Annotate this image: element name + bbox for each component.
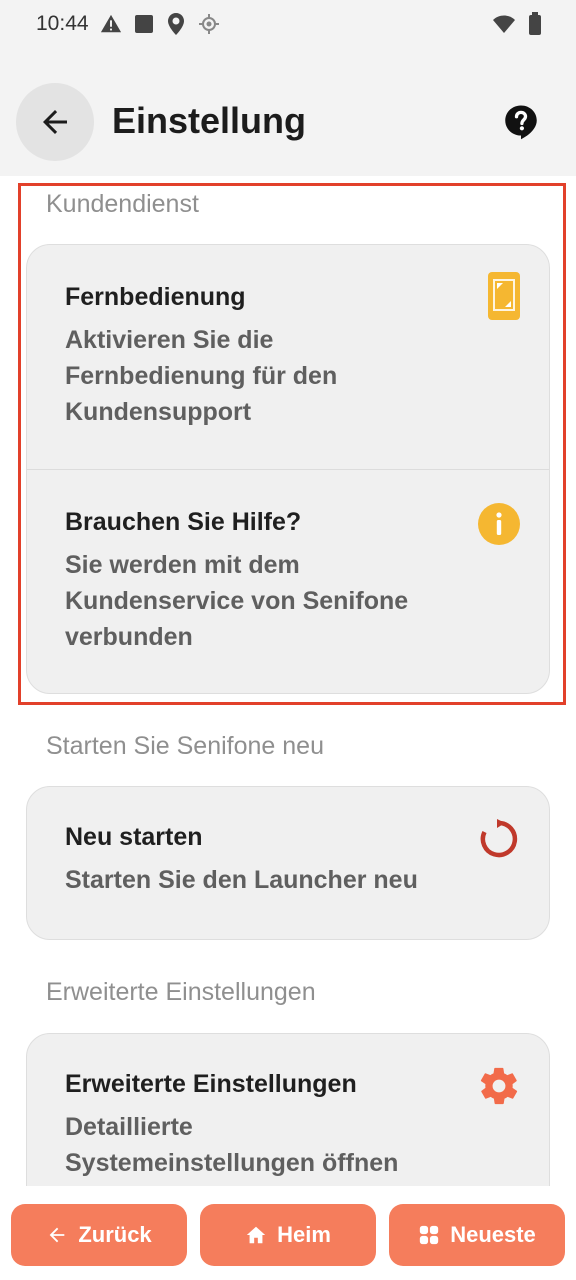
- status-system-icons: [492, 12, 542, 36]
- help-icon[interactable]: [503, 104, 539, 140]
- home-icon: [246, 1226, 266, 1244]
- remote-control-item[interactable]: Fernbedienung Aktivieren Sie die Fernbed…: [27, 245, 549, 469]
- status-bar: 10:44: [0, 0, 576, 50]
- settings-content[interactable]: Kundendienst Fernbedienung Aktivieren Si…: [0, 176, 576, 1186]
- item-title: Neu starten: [65, 823, 203, 851]
- restart-icon: [480, 819, 518, 858]
- advanced-settings-item[interactable]: Erweiterte Einstellungen Detaillierte Sy…: [27, 1034, 549, 1186]
- arrow-left-icon: [49, 1227, 65, 1243]
- item-description: Detaillierte Systemeinstellungen öffnen: [65, 1113, 399, 1177]
- nav-home-button[interactable]: Heim: [200, 1204, 376, 1266]
- support-card: Fernbedienung Aktivieren Sie die Fernbed…: [26, 244, 550, 694]
- app-square-icon: [135, 15, 153, 33]
- remote-phone-icon: [488, 272, 520, 320]
- help-item[interactable]: Brauchen Sie Hilfe? Sie werden mit dem K…: [27, 469, 549, 693]
- recent-apps-icon: [420, 1225, 439, 1245]
- gear-icon: [480, 1067, 518, 1105]
- item-title: Erweiterte Einstellungen: [65, 1070, 357, 1098]
- section-label-restart: Starten Sie Senifone neu: [46, 732, 324, 760]
- back-button[interactable]: [16, 83, 94, 161]
- section-label-support: Kundendienst: [46, 190, 199, 218]
- item-description: Starten Sie den Launcher neu: [65, 866, 418, 894]
- info-icon: [478, 503, 520, 545]
- nav-home-label: Heim: [277, 1222, 331, 1247]
- item-description: Sie werden mit dem Kundenservice von Sen…: [65, 551, 409, 651]
- arrow-left-icon: [43, 110, 67, 134]
- status-notification-icons: [100, 12, 220, 36]
- item-title: Brauchen Sie Hilfe?: [65, 508, 302, 536]
- restart-card: Neu starten Starten Sie den Launcher neu: [26, 786, 550, 940]
- nav-recent-label: Neueste: [450, 1222, 536, 1247]
- item-description: Aktivieren Sie die Fernbedienung für den…: [65, 326, 338, 426]
- page-title: Einstellung: [112, 100, 307, 141]
- warning-icon: [100, 14, 122, 33]
- wifi-icon: [493, 15, 515, 33]
- status-time: 10:44: [36, 12, 89, 35]
- advanced-card: Erweiterte Einstellungen Detaillierte Sy…: [26, 1033, 550, 1186]
- item-title: Fernbedienung: [65, 283, 246, 311]
- nav-back-button[interactable]: Zurück: [11, 1204, 187, 1266]
- restart-item[interactable]: Neu starten Starten Sie den Launcher neu: [27, 787, 549, 939]
- section-label-advanced: Erweiterte Einstellungen: [46, 978, 316, 1006]
- app-bar: Einstellung: [0, 50, 576, 176]
- bottom-navigation: Zurück Heim Neueste: [0, 1186, 576, 1280]
- nav-recent-button[interactable]: Neueste: [389, 1204, 565, 1266]
- nav-back-label: Zurück: [78, 1222, 152, 1247]
- gps-target-icon: [199, 14, 219, 34]
- location-pin-icon: [168, 13, 184, 35]
- battery-icon: [529, 12, 541, 35]
